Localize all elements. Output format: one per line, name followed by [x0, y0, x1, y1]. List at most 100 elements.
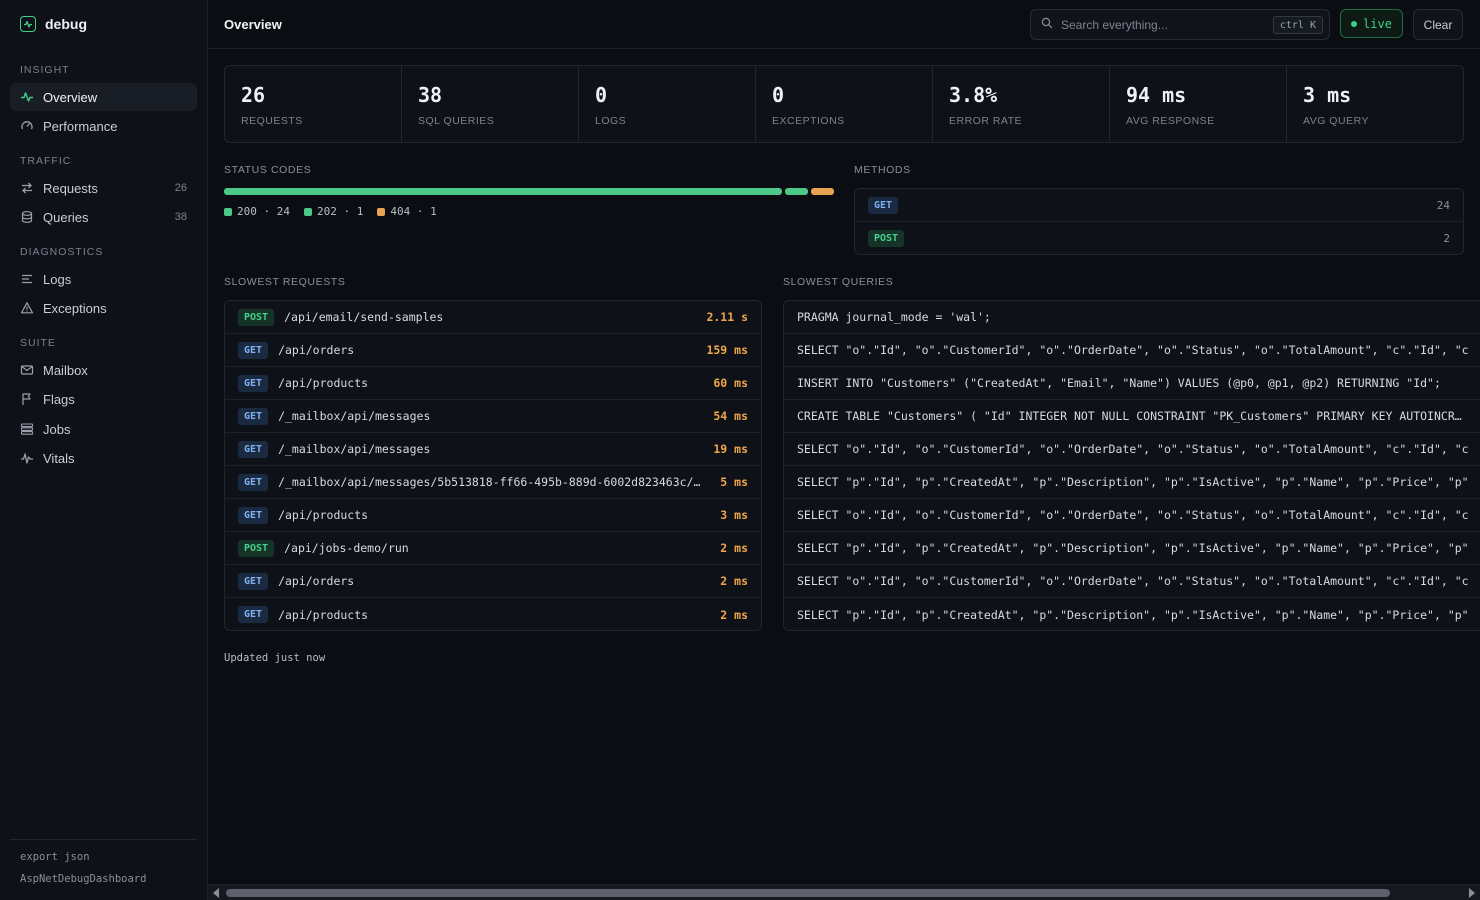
request-path: /api/orders [278, 343, 355, 357]
method-badge: GET [238, 606, 269, 623]
search-box[interactable]: ctrl K [1030, 9, 1330, 40]
stat-label: REQUESTS [241, 115, 303, 127]
sidebar-item-logs[interactable]: Logs [10, 265, 197, 293]
brand[interactable]: debug [20, 16, 87, 32]
database-icon [20, 210, 34, 224]
query-sql: SELECT "o"."Id", "o"."CustomerId", "o"."… [797, 442, 1469, 456]
scroll-left-arrow-icon[interactable] [213, 888, 219, 898]
stat-label: ERROR RATE [949, 115, 1023, 127]
scrollbar-thumb[interactable] [226, 889, 1390, 897]
sidebar-item-label: Flags [43, 391, 75, 407]
mail-icon [20, 363, 34, 377]
export-json-link[interactable]: export json [20, 851, 90, 863]
request-path: /api/products [278, 607, 369, 622]
request-row[interactable]: GET/api/orders 2 ms [225, 565, 761, 598]
request-row[interactable]: GET/api/orders 159 ms [225, 334, 761, 367]
sidebar-item-label: Performance [43, 118, 118, 134]
request-row[interactable]: POST/api/email/send-samples 2.11 s [225, 301, 761, 334]
legend-text: 202 · 1 [316, 205, 364, 218]
request-path: /api/products [278, 376, 369, 390]
heartbeat-icon [20, 451, 34, 465]
request-duration: 5 ms [720, 475, 748, 489]
method-count: 24 [1436, 198, 1450, 212]
request-row[interactable]: GET /_mailbox/api/messages 19 ms [225, 433, 761, 466]
sidebar-item-jobs[interactable]: Jobs [10, 415, 197, 443]
status-codes-bar [224, 188, 834, 195]
scroll-right-arrow-icon[interactable] [1469, 888, 1475, 898]
search-input[interactable] [1061, 17, 1261, 32]
request-row[interactable]: GET/api/products 2 ms [225, 598, 761, 630]
updated-status: Updated just now [224, 652, 326, 664]
live-toggle-button[interactable]: live [1340, 9, 1403, 38]
flag-icon [20, 392, 34, 406]
stat-sql-queries: 38 SQL QUERIES [402, 66, 579, 142]
sidebar-item-performance[interactable]: Performance [10, 112, 197, 140]
requests-count: 26 [174, 182, 187, 194]
request-row[interactable]: GET /_mailbox/api/messages 54 ms [225, 400, 761, 433]
request-path: /api/orders [278, 574, 355, 588]
stat-error-rate: 3.8% ERROR RATE [933, 66, 1110, 142]
query-sql: PRAGMA journal_mode = 'wal'; [797, 310, 991, 324]
query-row[interactable]: SELECT "o"."Id", "o"."CustomerId", "o"."… [784, 565, 1480, 598]
query-row[interactable]: SELECT "p"."Id", "p"."CreatedAt", "p"."D… [784, 598, 1480, 630]
query-row[interactable]: SELECT "o"."Id", "o"."CustomerId", "o"."… [784, 499, 1480, 532]
stat-value: 3.8% [949, 83, 998, 107]
method-badge: GET [238, 473, 269, 491]
query-row[interactable]: PRAGMA journal_mode = 'wal'; [784, 301, 1480, 334]
stat-label: LOGS [595, 115, 627, 127]
sidebar-item-label: Requests [43, 180, 98, 196]
slowest-requests-heading: SLOWEST REQUESTS [224, 276, 346, 288]
query-row[interactable]: SELECT "p"."Id", "p"."CreatedAt", "p"."D… [784, 532, 1480, 565]
sidebar-item-requests[interactable]: Requests 26 [10, 174, 197, 202]
sidebar-item-mailbox[interactable]: Mailbox [10, 356, 197, 384]
method-badge: POST [868, 230, 905, 247]
request-row[interactable]: GET/api/products 3 ms [225, 499, 761, 532]
clear-button[interactable]: Clear [1413, 9, 1463, 40]
sidebar-item-exceptions[interactable]: Exceptions [10, 294, 197, 322]
query-sql: CREATE TABLE "Customers" ( "Id" INTEGER … [797, 409, 1462, 423]
request-duration: 2 ms [720, 574, 748, 588]
method-badge: GET [238, 572, 269, 590]
request-duration: 54 ms [713, 409, 748, 423]
search-icon [1041, 17, 1053, 32]
status-segment-404 [810, 188, 834, 195]
method-row-post[interactable]: POST 2 [855, 222, 1463, 255]
stat-label: EXCEPTIONS [772, 115, 845, 127]
method-count: 2 [1443, 232, 1450, 245]
stack-icon [20, 422, 34, 436]
sidebar-item-label: Mailbox [43, 362, 88, 378]
request-duration: 159 ms [706, 343, 748, 357]
request-path: /_mailbox/api/messages/5b513818-ff66-495… [278, 475, 701, 489]
request-row[interactable]: GET/api/products 60 ms [225, 367, 761, 400]
sidebar-item-vitals[interactable]: Vitals [10, 444, 197, 472]
query-sql: SELECT "p"."Id", "p"."CreatedAt", "p"."D… [797, 541, 1469, 555]
sidebar-item-flags[interactable]: Flags [10, 385, 197, 413]
query-sql: SELECT "p"."Id", "p"."CreatedAt", "p"."D… [797, 607, 1469, 622]
request-row[interactable]: GET /_mailbox/api/messages/5b513818-ff66-… [225, 466, 761, 499]
query-row[interactable]: INSERT INTO "Customers" ("CreatedAt", "E… [784, 367, 1480, 400]
query-row[interactable]: SELECT "p"."Id", "p"."CreatedAt", "p"."D… [784, 466, 1480, 499]
request-duration: 3 ms [720, 508, 748, 522]
live-label: live [1363, 16, 1392, 31]
method-badge: POST [238, 539, 275, 557]
sidebar-item-label: Exceptions [43, 300, 107, 316]
query-row[interactable]: CREATE TABLE "Customers" ( "Id" INTEGER … [784, 400, 1480, 433]
method-badge: GET [238, 341, 269, 359]
sidebar-item-queries[interactable]: Queries 38 [10, 203, 197, 231]
sidebar-item-label: Overview [43, 89, 98, 105]
page-title: Overview [224, 17, 282, 32]
method-badge: GET [238, 374, 269, 392]
stat-avg-query: 3 ms AVG QUERY [1287, 66, 1463, 142]
stat-avg-response: 94 ms AVG RESPONSE [1110, 66, 1287, 142]
query-row[interactable]: SELECT "o"."Id", "o"."CustomerId", "o"."… [784, 334, 1480, 367]
lines-icon [20, 272, 34, 286]
horizontal-scrollbar[interactable] [208, 884, 1480, 900]
method-row-get[interactable]: GET 24 [855, 189, 1463, 222]
keyboard-shortcut-hint: ctrl K [1272, 16, 1323, 34]
pulse-icon [20, 16, 36, 32]
sidebar-item-overview[interactable]: Overview [10, 83, 197, 111]
request-row[interactable]: POST/api/jobs-demo/run 2 ms [225, 532, 761, 565]
query-row[interactable]: SELECT "o"."Id", "o"."CustomerId", "o"."… [784, 433, 1480, 466]
request-path: /_mailbox/api/messages [278, 442, 431, 456]
activity-icon [20, 90, 34, 104]
